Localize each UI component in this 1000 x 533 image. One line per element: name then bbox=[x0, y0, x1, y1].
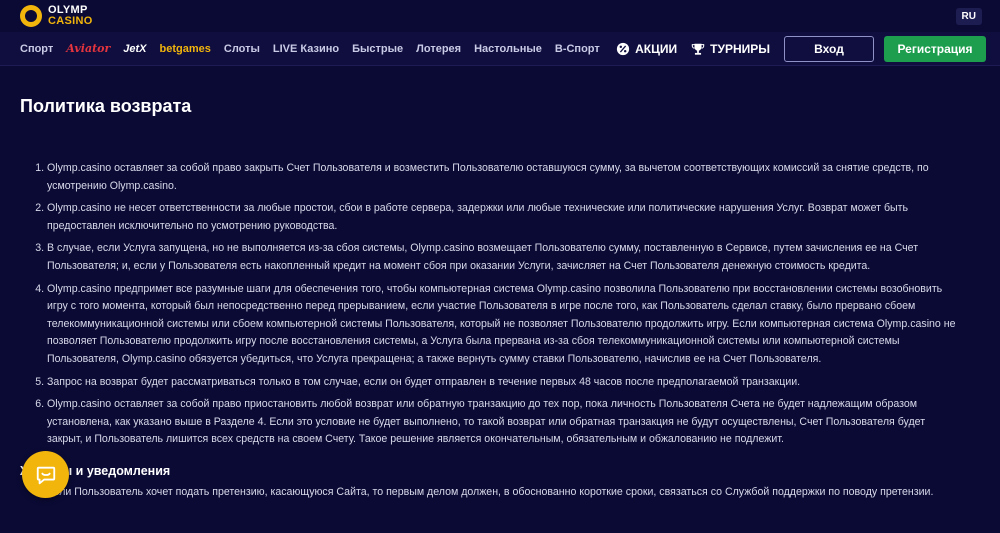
promos-label: АКЦИИ bbox=[635, 41, 678, 56]
logo-line2: CASINO bbox=[48, 15, 93, 27]
nav-item-slots[interactable]: Слоты bbox=[224, 43, 260, 55]
nav-item-v-sport[interactable]: В-Спорт bbox=[555, 43, 600, 55]
refund-rules-list: Olymp.casino оставляет за собой право за… bbox=[20, 160, 960, 449]
nav-item-live-casino[interactable]: LIVE Казино bbox=[273, 43, 339, 55]
claims-heading: Жалобы и уведомления bbox=[20, 463, 171, 478]
page-title: Политика возврата bbox=[20, 96, 192, 116]
list-item: Olymp.casino не несет ответственности за… bbox=[47, 200, 960, 235]
tournaments-link[interactable]: ТУРНИРЫ bbox=[691, 42, 770, 56]
logo[interactable]: OLYMP CASINO bbox=[20, 5, 93, 27]
support-chat-button[interactable] bbox=[22, 451, 69, 498]
list-item: Olymp.casino предпримет все разумные шаг… bbox=[47, 281, 960, 369]
trophy-icon bbox=[691, 43, 705, 55]
tournaments-label: ТУРНИРЫ bbox=[710, 41, 770, 56]
chat-icon bbox=[36, 466, 55, 484]
list-item: Olymp.casino оставляет за собой право пр… bbox=[47, 396, 960, 449]
promos-link[interactable]: АКЦИИ bbox=[616, 42, 677, 56]
register-button[interactable]: Регистрация bbox=[884, 35, 986, 62]
list-item: Olymp.casino оставляет за собой право за… bbox=[47, 160, 960, 195]
list-item: Запрос на возврат будет рассматриваться … bbox=[47, 374, 960, 392]
nav-item-aviator[interactable]: Aviator bbox=[66, 42, 110, 55]
nav-item-jetx[interactable]: JetX bbox=[123, 43, 146, 55]
nav-item-lottery[interactable]: Лотерея bbox=[416, 43, 461, 55]
logo-icon bbox=[20, 5, 42, 27]
main-nav: Спорт Aviator JetX betgames Слоты LIVE К… bbox=[0, 32, 1000, 66]
percent-badge-icon bbox=[617, 42, 630, 55]
login-button[interactable]: Вход bbox=[784, 35, 874, 62]
claims-list: Если Пользователь хочет подать претензию… bbox=[20, 484, 960, 502]
list-item: В случае, если Услуга запущена, но не вы… bbox=[47, 240, 960, 275]
nav-item-sport[interactable]: Спорт bbox=[20, 43, 53, 55]
list-item: Если Пользователь хочет подать претензию… bbox=[47, 484, 960, 502]
language-selector[interactable]: RU bbox=[955, 7, 982, 25]
nav-item-table-games[interactable]: Настольные bbox=[474, 43, 542, 55]
top-bar: OLYMP CASINO RU bbox=[0, 0, 1000, 32]
nav-item-betgames[interactable]: betgames bbox=[160, 43, 211, 55]
main-content: Политика возврата Olymp.casino оставляет… bbox=[0, 66, 1000, 502]
nav-item-fast-games[interactable]: Быстрые bbox=[352, 43, 403, 55]
